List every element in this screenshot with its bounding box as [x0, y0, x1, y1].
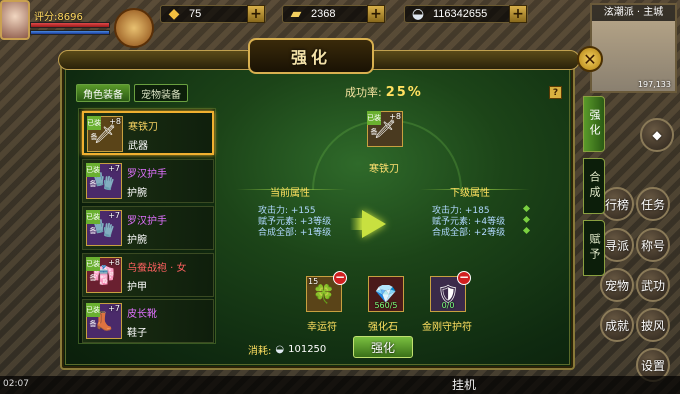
add-gold-ingot-button[interactable]: +: [247, 5, 265, 23]
equipment-name: 寒铁刀: [128, 122, 158, 133]
equipment-type: 护腕: [127, 188, 147, 199]
add-gold-bar-button[interactable]: +: [367, 5, 385, 23]
material-name: 强化石: [368, 322, 398, 333]
material-slot[interactable]: 🛡 0/0 −: [430, 271, 471, 312]
equipment-type: 护甲: [127, 282, 147, 293]
current-attributes-heading: 当前属性: [270, 188, 310, 199]
material-name: 金刚守护符: [422, 322, 472, 333]
martial-button[interactable]: 武功: [636, 268, 670, 302]
title-button[interactable]: 称号: [636, 228, 670, 262]
remove-material-button[interactable]: −: [457, 271, 471, 285]
opera-mask-icon[interactable]: [114, 8, 154, 48]
gold-ingot-icon: ◆: [168, 6, 180, 22]
hp-bar: [30, 22, 110, 28]
hangup-button[interactable]: 挂机: [440, 377, 488, 393]
saber-icon: 🗡 已装备 +8: [87, 116, 123, 152]
gauntlet-icon: 🧤 已装备 +7: [86, 163, 122, 199]
clock: 02:07: [3, 379, 29, 389]
gold-bar-resource: ▰ 2368 +: [282, 5, 386, 23]
material-slot[interactable]: 🍀 15 −: [306, 271, 347, 312]
material-name: 幸运符: [307, 322, 337, 333]
success-rate: 成功率: 25%: [345, 85, 423, 100]
cost-row: 消耗: ◒ 101250: [248, 344, 327, 357]
equipment-name: 皮长靴: [127, 309, 157, 320]
equipment-type: 护腕: [127, 235, 147, 246]
equipment-name: 乌蚕战袍 · 女: [127, 263, 187, 274]
help-icon[interactable]: ?: [549, 86, 562, 99]
gold-bar-icon: ▰: [290, 6, 302, 22]
side-tab-enhance[interactable]: 强化: [583, 96, 605, 152]
equipment-item[interactable]: 🧤 已装备 +7 罗汉护手 护腕: [82, 206, 214, 250]
equipment-name: 罗汉护手: [127, 216, 167, 227]
player-avatar[interactable]: [0, 0, 30, 40]
equipment-item[interactable]: 🗡 已装备 +8 寒铁刀 武器: [82, 111, 214, 155]
equipment-type: 鞋子: [127, 328, 147, 339]
gauntlet-icon: 🧤 已装备 +7: [86, 210, 122, 246]
power-score: 评分:8696: [34, 12, 83, 23]
gold-ingot-resource: ◆ 75 +: [160, 5, 266, 23]
pet-button[interactable]: 宠物: [600, 268, 634, 302]
cloak-button[interactable]: 披风: [636, 308, 670, 342]
equipment-type: 武器: [128, 141, 148, 152]
remove-material-button[interactable]: −: [333, 271, 347, 285]
tab-pet-equipment[interactable]: 宠物装备: [134, 84, 188, 102]
selected-item-name: 寒铁刀: [369, 164, 399, 175]
next-attributes-heading: 下级属性: [450, 188, 490, 199]
ranking-button[interactable]: 行榜: [600, 187, 634, 221]
add-silver-button[interactable]: +: [509, 5, 527, 23]
tab-character-equipment[interactable]: 角色装备: [76, 84, 130, 102]
sect-button[interactable]: 寻派: [600, 228, 634, 262]
side-tab-endow[interactable]: 赋予: [583, 220, 605, 276]
enhance-button[interactable]: 强化: [353, 336, 413, 358]
achievement-button[interactable]: 成就: [600, 308, 634, 342]
minimap[interactable]: 泫潮派 · 主城 197,133: [590, 3, 677, 93]
equipment-item[interactable]: 🧤 已装备 +7 罗汉护手 护腕: [82, 159, 214, 203]
robe-icon: 👘 已装备 +8: [86, 257, 122, 293]
side-tab-combine[interactable]: 合成: [583, 158, 605, 214]
map-coords: 197,133: [637, 80, 671, 89]
equipment-name: 罗汉护手: [127, 169, 167, 180]
map-title: 泫潮派 · 主城: [592, 5, 675, 21]
selected-saber-icon: 🗡 已装备 +8: [367, 111, 403, 147]
task-button[interactable]: 任务: [636, 187, 670, 221]
material-slot[interactable]: 💎 560/5: [368, 276, 404, 312]
boots-icon: 👢 已装备 +7: [86, 303, 122, 339]
silver-icon: ◒: [411, 6, 425, 22]
bottom-bar: 02:07 挂机: [0, 376, 680, 394]
lucky-charm-icon: 🍀: [312, 283, 336, 305]
dialog-title: 强化: [248, 38, 374, 74]
silver-resource: ◒ 116342655 +: [404, 5, 528, 23]
equipment-item[interactable]: 👘 已装备 +8 乌蚕战袍 · 女 护甲: [82, 253, 214, 297]
current-attr: 合成全部: +1等级: [258, 228, 332, 238]
silver-icon: ◒: [275, 344, 285, 355]
equipment-item[interactable]: 👢 已装备 +7 皮长靴 鞋子: [82, 299, 214, 343]
close-icon[interactable]: ✕: [577, 46, 603, 72]
mp-bar: [30, 30, 110, 35]
menu-diamond-button[interactable]: ◆: [640, 118, 674, 152]
next-attr: 合成全部: +2等级: [432, 228, 506, 238]
upgrade-arrow-icon: [362, 210, 386, 238]
